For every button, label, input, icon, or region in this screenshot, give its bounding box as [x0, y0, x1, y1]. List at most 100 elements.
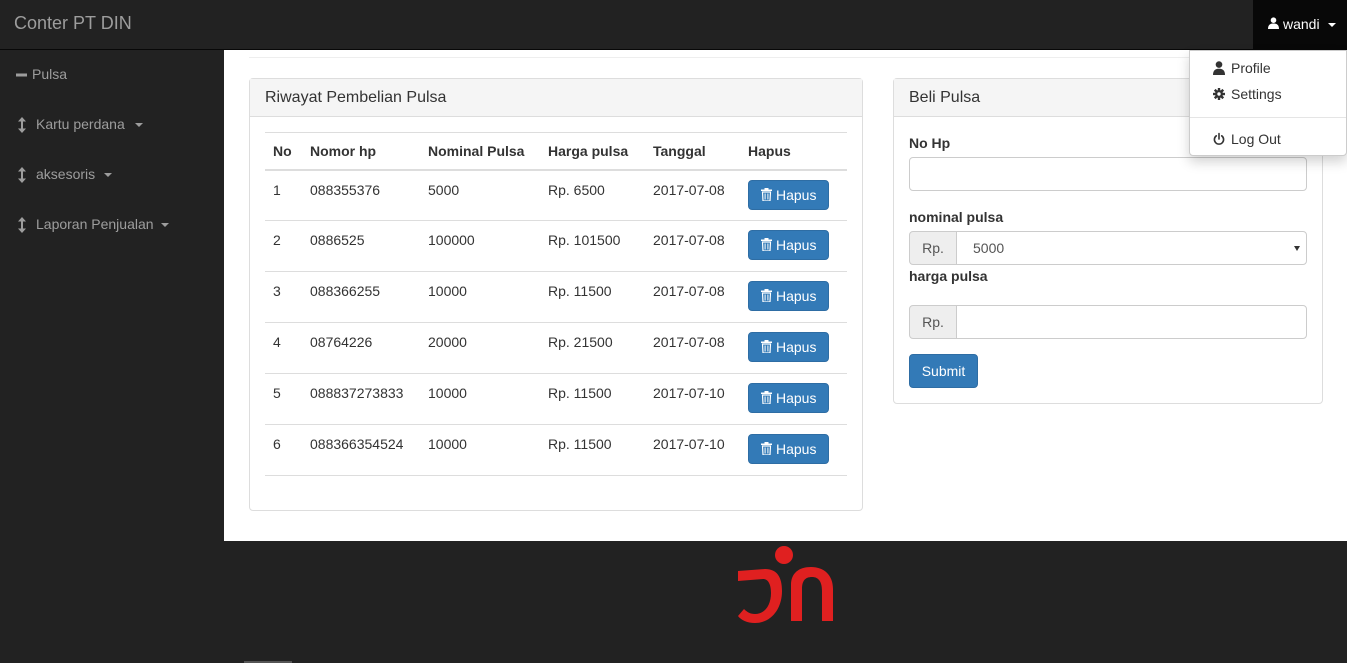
- menu-item-logout[interactable]: Log Out: [1190, 128, 1347, 152]
- column-header: Harga pulsa: [540, 132, 645, 171]
- delete-button-label: Hapus: [776, 237, 817, 253]
- delete-button-label: Hapus: [776, 390, 817, 406]
- table-header-row: No Nomor hp Nominal Pulsa Harga pulsa Ta…: [265, 132, 847, 171]
- table-row: 2 0886525 100000 Rp. 101500 2017-07-08 H…: [265, 220, 847, 272]
- cell-no: 6: [265, 424, 302, 476]
- vertical-resize-icon: [18, 117, 26, 133]
- trash-icon: [761, 238, 772, 251]
- purchase-history-panel: Riwayat Pembelian Pulsa No Nomor hp Nomi…: [249, 78, 863, 511]
- cell-date: 2017-07-10: [645, 373, 740, 425]
- top-navbar: Conter PT DIN wandi: [0, 0, 1347, 50]
- user-dropdown-menu: Profile Settings Log Out: [1189, 50, 1347, 156]
- cell-no: 1: [265, 169, 302, 221]
- cell-nominal: 100000: [420, 220, 540, 272]
- cell-nominal: 10000: [420, 424, 540, 476]
- column-header: Hapus: [740, 132, 847, 171]
- menu-item-label: Log Out: [1231, 131, 1281, 147]
- main-content: Riwayat Pembelian Pulsa No Nomor hp Nomi…: [224, 50, 1347, 541]
- cell-no: 2: [265, 220, 302, 272]
- nominal-selected-value: 5000: [973, 240, 1005, 256]
- cell-no: 5: [265, 373, 302, 425]
- delete-button-label: Hapus: [776, 441, 817, 457]
- trash-icon: [761, 391, 772, 404]
- delete-button-label: Hapus: [776, 186, 817, 203]
- cell-action: Hapus: [740, 271, 847, 323]
- delete-button[interactable]: Hapus: [748, 332, 830, 362]
- price-input[interactable]: [956, 305, 1307, 339]
- cell-date: 2017-07-08: [645, 220, 740, 272]
- power-icon: [1213, 132, 1225, 145]
- cell-action: Hapus: [740, 169, 847, 221]
- trash-icon: [761, 289, 772, 302]
- user-menu-toggle[interactable]: wandi: [1253, 0, 1347, 49]
- table-row: 5 088837273833 10000 Rp. 11500 2017-07-1…: [265, 373, 847, 425]
- column-header: Nomor hp: [302, 132, 420, 171]
- cell-date: 2017-07-08: [645, 169, 740, 221]
- cell-phone: 08764226: [302, 322, 420, 374]
- trash-icon: [761, 340, 772, 353]
- submit-button[interactable]: Submit: [909, 354, 978, 388]
- sidebar-item-label: Pulsa: [32, 66, 68, 82]
- nominal-select[interactable]: 5000: [956, 231, 1307, 265]
- column-header: No: [265, 132, 302, 171]
- delete-button-label: Hapus: [776, 339, 817, 355]
- nominal-label: nominal pulsa: [909, 209, 1004, 225]
- caret-down-icon: [161, 223, 169, 227]
- user-icon: [1268, 17, 1279, 29]
- cell-price: Rp. 11500: [540, 373, 645, 425]
- sidebar-item-label: Kartu perdana: [36, 116, 125, 132]
- cell-phone: 088366255: [302, 271, 420, 323]
- sidebar: Pulsa Kartu perdana aksesoris Laporan Pe…: [0, 50, 224, 541]
- phone-label: No Hp: [909, 135, 951, 151]
- panel-title: Beli Pulsa: [909, 89, 981, 106]
- cell-phone: 088837273833: [302, 373, 420, 425]
- caret-down-icon: [135, 123, 143, 127]
- divider: [249, 57, 1347, 58]
- brand-link[interactable]: Conter PT DIN: [14, 13, 132, 34]
- currency-addon: Rp.: [909, 305, 957, 339]
- trash-icon: [761, 187, 772, 201]
- phone-input[interactable]: [909, 157, 1307, 191]
- menu-item-label: Profile: [1231, 60, 1271, 76]
- table-row: 1 088355376 5000 Rp. 6500 2017-07-08 Hap…: [265, 169, 847, 221]
- cell-nominal: 10000: [420, 373, 540, 425]
- delete-button[interactable]: Hapus: [748, 230, 830, 260]
- sidebar-item-label: Laporan Penjualan: [36, 216, 154, 232]
- cell-nominal: 10000: [420, 271, 540, 323]
- cell-phone: 088366354524: [302, 424, 420, 476]
- menu-item-label: Settings: [1231, 86, 1282, 102]
- user-icon: [1213, 61, 1225, 75]
- cell-no: 4: [265, 322, 302, 374]
- sidebar-item-pulsa[interactable]: Pulsa: [0, 55, 224, 95]
- panel-title: Riwayat Pembelian Pulsa: [265, 89, 447, 106]
- cell-price: Rp. 101500: [540, 220, 645, 272]
- purchase-history-table: No Nomor hp Nominal Pulsa Harga pulsa Ta…: [265, 132, 847, 476]
- vertical-resize-icon: [18, 217, 26, 233]
- table-row: 3 088366255 10000 Rp. 11500 2017-07-08 H…: [265, 271, 847, 323]
- cell-date: 2017-07-08: [645, 271, 740, 323]
- trash-icon: [761, 442, 772, 455]
- column-header: Tanggal: [645, 132, 740, 171]
- menu-item-profile[interactable]: Profile: [1190, 57, 1347, 81]
- gear-icon: [1213, 88, 1225, 100]
- sidebar-item-laporan-penjualan[interactable]: Laporan Penjualan: [0, 205, 224, 245]
- delete-button[interactable]: Hapus: [748, 383, 830, 413]
- price-label: harga pulsa: [909, 268, 988, 284]
- caret-down-icon: [104, 173, 112, 177]
- table-row: 4 08764226 20000 Rp. 21500 2017-07-08 Ha…: [265, 322, 847, 374]
- menu-item-settings[interactable]: Settings: [1190, 83, 1347, 107]
- menu-divider: [1190, 117, 1346, 118]
- cell-phone: 088355376: [302, 169, 420, 221]
- cell-nominal: 20000: [420, 322, 540, 374]
- delete-button[interactable]: Hapus: [748, 179, 830, 210]
- cell-no: 3: [265, 271, 302, 323]
- company-logo: [738, 546, 833, 623]
- cell-nominal: 5000: [420, 169, 540, 221]
- cell-action: Hapus: [740, 373, 847, 425]
- sidebar-item-aksesoris[interactable]: aksesoris: [0, 155, 224, 195]
- sidebar-item-kartu-perdana[interactable]: Kartu perdana: [0, 105, 224, 145]
- delete-button[interactable]: Hapus: [748, 434, 830, 464]
- cell-price: Rp. 6500: [540, 169, 645, 221]
- delete-button[interactable]: Hapus: [748, 281, 830, 311]
- cell-action: Hapus: [740, 424, 847, 476]
